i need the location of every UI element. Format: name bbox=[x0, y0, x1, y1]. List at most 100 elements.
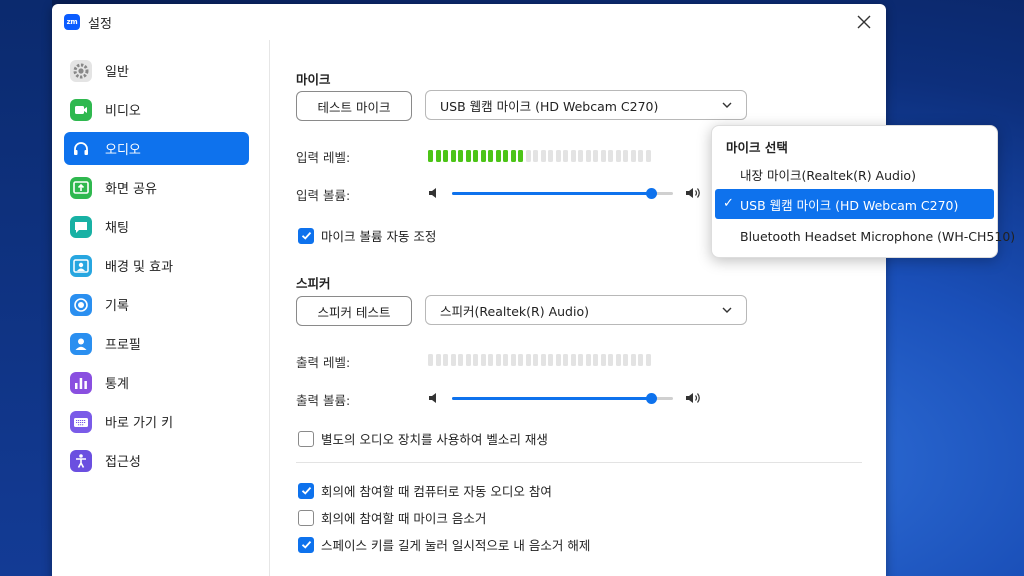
dropdown-title: 마이크 선택 bbox=[726, 140, 788, 155]
input-volume-slider[interactable] bbox=[428, 185, 703, 201]
level-bar bbox=[563, 354, 568, 366]
level-bar bbox=[623, 150, 628, 162]
sidebar-item-background[interactable]: 배경 및 효과 bbox=[64, 249, 249, 282]
level-bar bbox=[578, 150, 583, 162]
sidebar-item-label: 화면 공유 bbox=[105, 182, 157, 197]
level-bar bbox=[435, 150, 441, 162]
sidebar-item-label: 비디오 bbox=[105, 104, 141, 119]
mic-option-label: 내장 마이크(Realtek(R) Audio) bbox=[740, 167, 916, 183]
close-button[interactable] bbox=[854, 12, 874, 32]
sidebar-item-label: 일반 bbox=[105, 65, 129, 80]
level-bar bbox=[450, 354, 456, 366]
level-bar bbox=[585, 354, 591, 366]
input-volume-label: 입력 볼륨: bbox=[296, 188, 351, 203]
output-volume-thumb[interactable] bbox=[645, 393, 657, 404]
level-bar bbox=[540, 150, 546, 162]
close-icon bbox=[857, 15, 871, 29]
checkbox-icon bbox=[298, 509, 314, 526]
mic-option[interactable]: ✓ USB 웹캠 마이크 (HD Webcam C270) bbox=[715, 189, 994, 219]
level-bar bbox=[518, 150, 523, 162]
level-bar bbox=[645, 354, 651, 366]
sidebar-item-keyboard[interactable]: 바로 가기 키 bbox=[64, 405, 249, 438]
mic-option[interactable]: Bluetooth Headset Microphone (WH-CH510) bbox=[715, 221, 1015, 251]
level-bar bbox=[533, 354, 538, 366]
level-bar bbox=[465, 354, 471, 366]
settings-window: zm 설정 일반비디오오디오화면 공유채팅배경 및 효과기록프로필통계바로 가기… bbox=[52, 4, 886, 576]
sidebar-item-profile[interactable]: 프로필 bbox=[64, 327, 249, 360]
sidebar-item-video[interactable]: 비디오 bbox=[64, 93, 249, 126]
level-bar bbox=[443, 150, 448, 162]
output-level-label: 출력 레벨: bbox=[296, 355, 351, 370]
level-bar bbox=[555, 150, 561, 162]
title-bar: zm 설정 bbox=[52, 4, 886, 40]
level-bar bbox=[645, 150, 651, 162]
speaker-device-select[interactable]: 스피커(Realtek(R) Audio) bbox=[425, 295, 747, 325]
video-icon bbox=[70, 98, 92, 121]
output-volume-slider[interactable] bbox=[428, 390, 703, 406]
audio-option-checkbox[interactable]: 회의에 참여할 때 컴퓨터로 자동 오디오 참여 bbox=[298, 481, 552, 500]
accessibility-icon bbox=[70, 449, 92, 472]
window-title: 설정 bbox=[88, 16, 112, 32]
chevron-down-icon bbox=[722, 102, 732, 108]
level-bar bbox=[518, 354, 523, 366]
sidebar-item-stats[interactable]: 통계 bbox=[64, 366, 249, 399]
level-bar bbox=[443, 354, 448, 366]
checkbox-icon bbox=[298, 430, 314, 447]
test-speaker-button[interactable]: 스피커 테스트 bbox=[296, 296, 412, 326]
mic-option[interactable]: 내장 마이크(Realtek(R) Audio) bbox=[715, 159, 994, 189]
chat-icon bbox=[70, 215, 92, 238]
sidebar-item-label: 접근성 bbox=[105, 455, 141, 470]
auto-adjust-mic-label: 마이크 볼륨 자동 조정 bbox=[321, 229, 437, 244]
level-bar bbox=[533, 150, 538, 162]
speaker-device-value: 스피커(Realtek(R) Audio) bbox=[440, 303, 589, 319]
audio-option-checkbox[interactable]: 회의에 참여할 때 마이크 음소거 bbox=[298, 508, 486, 527]
input-level-meter bbox=[428, 150, 651, 162]
sidebar-item-label: 프로필 bbox=[105, 338, 141, 353]
speaker-high-icon bbox=[686, 393, 700, 403]
level-bar bbox=[458, 150, 463, 162]
mic-device-value: USB 웹캠 마이크 (HD Webcam C270) bbox=[440, 98, 659, 114]
sidebar-item-accessibility[interactable]: 접근성 bbox=[64, 444, 249, 477]
auto-adjust-mic-checkbox[interactable]: 마이크 볼륨 자동 조정 bbox=[298, 226, 436, 245]
level-bar bbox=[600, 354, 606, 366]
level-bar bbox=[488, 354, 493, 366]
level-bar bbox=[578, 354, 583, 366]
chevron-down-icon bbox=[722, 307, 732, 313]
sidebar-item-chat[interactable]: 채팅 bbox=[64, 210, 249, 243]
level-bar bbox=[593, 354, 598, 366]
level-bar bbox=[548, 354, 553, 366]
audio-option-checkbox[interactable]: 스페이스 키를 길게 눌러 일시적으로 내 음소거 해제 bbox=[298, 535, 590, 554]
level-bar bbox=[473, 150, 478, 162]
level-bar bbox=[525, 150, 531, 162]
level-bar bbox=[638, 354, 643, 366]
level-bar bbox=[510, 354, 516, 366]
test-mic-button[interactable]: 테스트 마이크 bbox=[296, 91, 412, 121]
level-bar bbox=[488, 150, 493, 162]
sidebar-item-label: 배경 및 효과 bbox=[105, 260, 174, 275]
level-bar bbox=[510, 150, 516, 162]
separate-ring-device-checkbox[interactable]: 별도의 오디오 장치를 사용하여 벨소리 재생 bbox=[298, 429, 548, 448]
level-bar bbox=[630, 354, 636, 366]
sidebar-item-record[interactable]: 기록 bbox=[64, 288, 249, 321]
mic-device-select[interactable]: USB 웹캠 마이크 (HD Webcam C270) bbox=[425, 90, 747, 120]
profile-icon bbox=[70, 332, 92, 355]
level-bar bbox=[428, 354, 433, 366]
level-bar bbox=[458, 354, 463, 366]
level-bar bbox=[495, 354, 501, 366]
sidebar-item-gear[interactable]: 일반 bbox=[64, 54, 249, 87]
input-volume-thumb[interactable] bbox=[645, 188, 657, 199]
separate-ring-device-label: 별도의 오디오 장치를 사용하여 벨소리 재생 bbox=[321, 432, 548, 447]
mic-option-label: USB 웹캠 마이크 (HD Webcam C270) bbox=[740, 197, 959, 213]
level-bar bbox=[615, 354, 621, 366]
level-bar bbox=[450, 150, 456, 162]
level-bar bbox=[503, 354, 508, 366]
sidebar-item-share-screen[interactable]: 화면 공유 bbox=[64, 171, 249, 204]
audio-option-label: 회의에 참여할 때 마이크 음소거 bbox=[321, 511, 487, 526]
divider bbox=[296, 462, 862, 463]
checkbox-icon bbox=[298, 227, 314, 244]
sidebar-item-headphones[interactable]: 오디오 bbox=[64, 132, 249, 165]
sidebar-item-label: 바로 가기 키 bbox=[105, 416, 174, 431]
background-icon bbox=[70, 254, 92, 277]
level-bar bbox=[465, 150, 471, 162]
level-bar bbox=[570, 150, 576, 162]
